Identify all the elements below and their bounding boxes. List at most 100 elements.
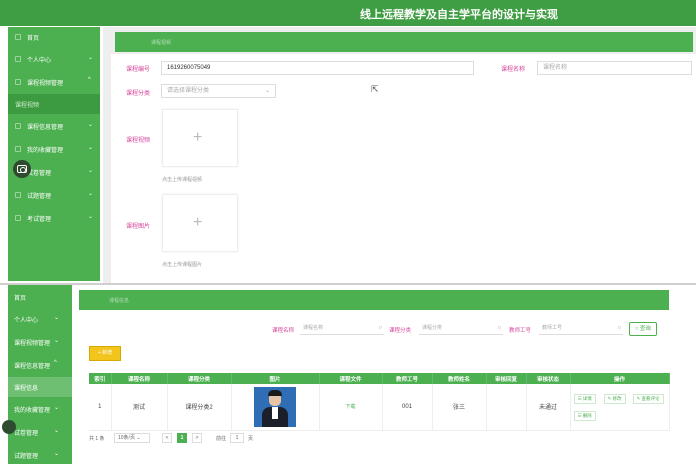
chevron-up-icon: ^ xyxy=(54,360,57,366)
chevron-down-icon: ⌄ xyxy=(136,435,141,441)
edit-button[interactable]: ✎ 修改 xyxy=(603,394,626,404)
course-video-edit-panel: 线上远程教学及自主学平台的设计与实现 首页 个人中心 ⌄ 课程视频管理 ^ 课程… xyxy=(0,0,696,284)
sidebar-item-label: 试题管理 xyxy=(27,194,52,200)
question-icon xyxy=(15,192,21,198)
sidebar-item-personal-center[interactable]: 个人中心 ⌄ xyxy=(8,49,100,69)
sidebar-item-label: 个人中心 xyxy=(14,318,39,324)
image-upload-box[interactable]: + xyxy=(162,194,238,252)
category-label: 课程分类 xyxy=(126,91,151,97)
home-icon xyxy=(15,34,21,40)
goto-page-input[interactable]: 1 xyxy=(230,433,244,443)
search-category-input[interactable]: 课程分类 ○ xyxy=(419,323,503,335)
cell-review-reply xyxy=(486,384,527,431)
sidebar-item-video-management[interactable]: 课程视频管理 ⌄ xyxy=(8,332,72,352)
sidebar-item-home[interactable]: 首页 xyxy=(8,287,72,307)
search-teacher-label: 教师工号 xyxy=(509,328,532,334)
page-suffix: 页 xyxy=(248,436,254,442)
course-no-field[interactable]: 1619260075049 xyxy=(161,61,474,75)
sidebar-item-label: 个人中心 xyxy=(27,58,52,64)
sidebar-subitem-course-video[interactable]: 课程视频 xyxy=(8,94,100,114)
sidebar-item-course-info-management[interactable]: 课程信息管理 ⌄ xyxy=(8,116,100,136)
chevron-down-icon: ⌄ xyxy=(88,191,94,197)
exam-icon xyxy=(15,215,21,221)
sidebar-item-home[interactable]: 首页 xyxy=(8,27,100,47)
search-teacher-input[interactable]: 教师工号 ○ xyxy=(539,323,623,335)
col-header-review-status[interactable]: 审核状态 xyxy=(526,373,571,384)
cell-teacher-name: 张三 xyxy=(432,384,487,431)
sidebar-item-question-management[interactable]: 试题管理 ⌄ xyxy=(8,445,72,465)
sidebar-item-video-management[interactable]: 课程视频管理 ^ xyxy=(8,72,100,92)
col-header-name[interactable]: 课程名称 xyxy=(111,373,168,384)
user-icon xyxy=(15,56,21,62)
cell-review-status: 未通过 xyxy=(526,384,571,431)
video-upload-box[interactable]: + xyxy=(162,109,238,167)
sidebar-item-favorites-management[interactable]: 我的收藏管理 ⌄ xyxy=(8,139,100,159)
sidebar-item-course-info-management[interactable]: 课程信息管理 ^ xyxy=(8,355,72,375)
breadcrumb: 课程信息 xyxy=(79,290,669,310)
sidebar-subitem-course-info[interactable]: 课程信息 xyxy=(8,377,72,397)
table-row: 1 测试 课程分类2 下载 001 张三 未通过 ☰ 详情 ✎ 修改 ✎ 查看评… xyxy=(89,384,670,431)
course-name-label: 课程名称 xyxy=(501,67,526,73)
col-header-index[interactable]: 索引 xyxy=(89,373,112,384)
col-header-image[interactable]: 图片 xyxy=(231,373,320,384)
search-category-label: 课程分类 xyxy=(389,328,412,334)
sidebar-item-label: 课程信息管理 xyxy=(14,364,51,370)
course-name-field[interactable]: 课程名称 xyxy=(537,61,692,75)
video-label: 课程视频 xyxy=(126,138,151,144)
page-1-button[interactable]: 1 xyxy=(177,433,187,443)
sidebar-item-question-management[interactable]: 试题管理 ⌄ xyxy=(8,185,100,205)
sidebar-item-favorites-management[interactable]: 我的收藏管理 ⌄ xyxy=(8,399,72,419)
sidebar-item-label: 考试管理 xyxy=(27,217,52,223)
course-thumbnail[interactable] xyxy=(254,386,296,427)
chevron-down-icon: ⌄ xyxy=(88,55,94,61)
download-link[interactable]: 下载 xyxy=(319,384,383,431)
category-select[interactable]: 请选择课程分类 ⌄ xyxy=(161,84,276,98)
col-header-teacher-name[interactable]: 教师姓名 xyxy=(432,373,487,384)
sidebar-item-label: 首页 xyxy=(27,36,40,42)
col-header-review-reply[interactable]: 审核回复 xyxy=(486,373,527,384)
sidebar-item-label: 课程信息 xyxy=(14,386,39,392)
breadcrumb: 课程视频 xyxy=(115,32,693,52)
search-teacher-placeholder: 教师工号 xyxy=(542,325,563,331)
col-header-category[interactable]: 课程分类 xyxy=(167,373,232,384)
chevron-down-icon: ⌄ xyxy=(264,88,270,94)
camera-icon[interactable] xyxy=(13,160,31,178)
chevron-down-icon: ⌄ xyxy=(54,451,60,457)
search-icon: ○ xyxy=(617,325,621,331)
sidebar-item-label: 课程信息管理 xyxy=(27,125,64,131)
sidebar-item-exam-paper-management[interactable]: 试卷管理 ⌄ xyxy=(8,422,72,442)
col-header-teacher-no[interactable]: 教师工号 xyxy=(382,373,433,384)
search-name-input[interactable]: 课程名称 ○ xyxy=(300,323,384,335)
query-button[interactable]: ○ 查询 xyxy=(629,322,657,336)
cell-index: 1 xyxy=(89,384,112,431)
cell-image xyxy=(231,384,320,431)
page-size-value: 10条/页 xyxy=(118,435,135,441)
sidebar-item-personal-center[interactable]: 个人中心 ⌄ xyxy=(8,309,72,329)
category-select-placeholder: 请选择课程分类 xyxy=(167,88,210,94)
sidebar-item-label: 课程视频 xyxy=(15,103,40,109)
add-button[interactable]: + 新增 xyxy=(89,346,121,361)
sidebar-item-label: 课程视频管理 xyxy=(27,81,64,87)
chevron-down-icon: ⌄ xyxy=(88,145,94,151)
delete-button[interactable]: ☰ 删除 xyxy=(573,411,596,421)
detail-button[interactable]: ☰ 详情 xyxy=(573,394,596,404)
star-icon xyxy=(15,146,21,152)
info-icon xyxy=(15,123,21,129)
sidebar-item-exam-management[interactable]: 考试管理 ⌄ xyxy=(8,208,100,228)
prev-page-button[interactable]: < xyxy=(162,433,172,443)
view-comments-button[interactable]: ✎ 查看评论 xyxy=(632,394,664,404)
col-header-file[interactable]: 课程文件 xyxy=(319,373,383,384)
chevron-down-icon: ⌄ xyxy=(88,122,94,128)
pagination-total: 共 1 条 xyxy=(89,436,105,442)
next-page-button[interactable]: > xyxy=(192,433,202,443)
chevron-down-icon: ⌄ xyxy=(54,338,60,344)
chevron-down-icon: ⌄ xyxy=(88,214,94,220)
course-no-label: 课程编号 xyxy=(126,67,151,73)
cell-category: 课程分类2 xyxy=(167,384,232,431)
camera-icon[interactable] xyxy=(2,420,16,434)
page-size-select[interactable]: 10条/页 ⌄ xyxy=(114,433,150,443)
search-category-placeholder: 课程分类 xyxy=(422,325,443,331)
col-header-actions: 操作 xyxy=(570,373,670,384)
goto-label: 前往 xyxy=(216,436,227,442)
video-upload-hint: 点击上传课程视频 xyxy=(162,177,203,183)
